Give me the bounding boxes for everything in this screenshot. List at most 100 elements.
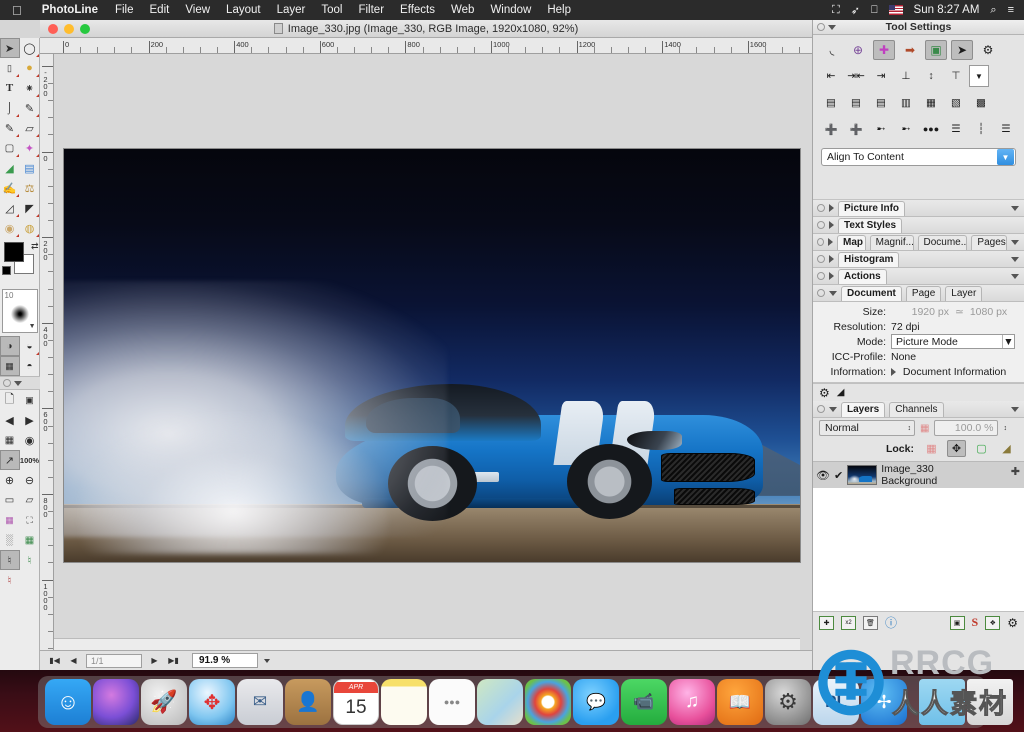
new-document-icon[interactable]: 🗋 bbox=[0, 390, 20, 410]
eye-icon[interactable]: 👁 bbox=[816, 469, 830, 482]
mode-select[interactable]: Picture Mode ▼ bbox=[891, 334, 1015, 349]
sharpen-tool[interactable]: ◤ bbox=[20, 198, 40, 218]
burn-tool[interactable]: ◍ bbox=[20, 218, 40, 238]
zoom-field[interactable]: 91.9 % bbox=[192, 653, 258, 668]
dodge-tool[interactable]: ◿ bbox=[0, 198, 20, 218]
add-point-icon[interactable]: ✚ bbox=[873, 40, 895, 60]
control-center-icon[interactable]: ≡ bbox=[1008, 4, 1014, 16]
quick-mask-icon[interactable]: ▦ bbox=[0, 356, 20, 376]
paint-bucket-tool[interactable]: ◢ bbox=[0, 158, 20, 178]
chevron-down-icon[interactable] bbox=[829, 407, 837, 412]
add-mask-icon[interactable]: ▣ bbox=[950, 616, 965, 630]
us-flag-icon[interactable] bbox=[889, 5, 903, 15]
distribute-left-icon[interactable]: ➕ bbox=[819, 119, 843, 139]
panel-toggle-icon[interactable] bbox=[817, 204, 825, 212]
picture-info-panel[interactable]: Picture Info bbox=[813, 200, 1024, 217]
page-field[interactable]: 1/1 bbox=[86, 654, 142, 668]
lock-position-icon[interactable]: ✥ bbox=[947, 440, 966, 457]
rect-select-tool[interactable]: ▢ bbox=[0, 138, 20, 158]
tab-magnifier[interactable]: Magnif... bbox=[870, 235, 914, 250]
color-palette-icon[interactable]: ▦ bbox=[0, 510, 20, 530]
clone-stamp-tool[interactable]: ⚖ bbox=[20, 178, 40, 198]
mail-icon[interactable]: ✉ bbox=[237, 679, 283, 725]
launchpad-icon[interactable]: 🚀 bbox=[141, 679, 187, 725]
zoom-fit-icon[interactable]: ↗ bbox=[0, 450, 20, 470]
align-edge-left-icon[interactable]: ▤ bbox=[819, 93, 843, 113]
tab-histogram[interactable]: Histogram bbox=[838, 252, 899, 267]
menu-item-filter[interactable]: Filter bbox=[350, 4, 392, 16]
layer-settings-icon[interactable]: ⚙ bbox=[1007, 616, 1018, 630]
align-edge-frame-icon[interactable]: ▩ bbox=[969, 93, 993, 113]
color-swatches[interactable]: ⇄ bbox=[0, 240, 40, 286]
menu-item-effects[interactable]: Effects bbox=[392, 4, 443, 16]
menu-item-view[interactable]: View bbox=[177, 4, 218, 16]
panel-menu-icon[interactable] bbox=[1011, 274, 1019, 279]
menu-item-web[interactable]: Web bbox=[443, 4, 482, 16]
layer-list[interactable]: 👁 ✔ Image_330 Background ✚ bbox=[813, 461, 1024, 611]
itunes-icon[interactable]: ♫ bbox=[669, 679, 715, 725]
menu-item-layer[interactable]: Layer bbox=[269, 4, 314, 16]
siri-icon[interactable] bbox=[93, 679, 139, 725]
contacts-icon[interactable]: 👤 bbox=[285, 679, 331, 725]
gear-icon[interactable]: ⚙ bbox=[977, 40, 999, 60]
text-document-icon[interactable]: ▣ bbox=[20, 390, 40, 410]
zoom-out-icon[interactable]: ⊖ bbox=[20, 470, 40, 490]
stepper-icon[interactable]: ↕ bbox=[908, 425, 912, 432]
new-layer-icon[interactable]: ✚ bbox=[819, 616, 834, 630]
previous-page-icon[interactable]: ◀ bbox=[67, 654, 80, 667]
align-edge-right-icon[interactable]: ▤ bbox=[869, 93, 893, 113]
distribute-spacing-icon[interactable]: ┆ bbox=[969, 119, 993, 139]
layer-thumbnail[interactable] bbox=[847, 465, 877, 485]
tab-document[interactable]: Docume... bbox=[918, 235, 968, 250]
grid-alt-icon[interactable]: ♮ bbox=[0, 570, 20, 590]
grid-dots-icon[interactable]: ░ bbox=[0, 530, 20, 550]
panel-menu-icon[interactable] bbox=[1011, 407, 1019, 412]
tab-text-styles[interactable]: Text Styles bbox=[838, 218, 902, 233]
chevron-down-icon[interactable] bbox=[14, 381, 22, 386]
tab-actions[interactable]: Actions bbox=[838, 269, 887, 284]
select-all-icon[interactable]: ▣ bbox=[925, 40, 947, 60]
chevron-right-icon[interactable] bbox=[828, 238, 833, 246]
default-colors-icon[interactable] bbox=[2, 266, 11, 275]
tab-document-panel[interactable]: Document bbox=[841, 286, 902, 301]
safari-icon[interactable]: ✥ bbox=[189, 679, 235, 725]
histogram-panel[interactable]: Histogram bbox=[813, 251, 1024, 268]
chevron-down-icon[interactable] bbox=[828, 25, 836, 30]
table-row[interactable]: 👁 ✔ Image_330 Background ✚ bbox=[813, 462, 1024, 488]
maps-icon[interactable] bbox=[477, 679, 523, 725]
move-layer-icon[interactable]: ➡ bbox=[899, 40, 921, 60]
align-edge-bottom-icon[interactable]: ▧ bbox=[944, 93, 968, 113]
panel-menu-icon[interactable] bbox=[1011, 257, 1019, 262]
delete-layer-icon[interactable]: 🗑 bbox=[863, 616, 878, 630]
notes-icon[interactable] bbox=[381, 679, 427, 725]
chevron-right-icon[interactable] bbox=[829, 272, 834, 280]
align-edge-top-icon[interactable]: ▥ bbox=[894, 93, 918, 113]
panel-toggle-icon[interactable] bbox=[817, 221, 825, 229]
chevron-down-icon[interactable]: ▼ bbox=[1002, 335, 1014, 348]
align-left-icon[interactable]: ⇤ bbox=[819, 66, 843, 86]
tab-pages[interactable]: Pages bbox=[971, 235, 1007, 250]
tool-settings-header[interactable]: Tool Settings bbox=[813, 20, 1024, 35]
first-page-icon[interactable]: ▮◀ bbox=[48, 654, 61, 667]
vector-path-tool[interactable]: ⁕ bbox=[20, 78, 40, 98]
ibooks-icon[interactable]: 📖 bbox=[717, 679, 763, 725]
fullscreen-icon[interactable]: ⛶ bbox=[20, 510, 40, 530]
stepper-icon[interactable]: ↕ bbox=[1003, 425, 1007, 432]
distribute-right-icon[interactable]: ➸ bbox=[869, 119, 893, 139]
align-right-icon[interactable]: ⇥ bbox=[869, 66, 893, 86]
chevron-right-icon[interactable] bbox=[891, 368, 896, 376]
chevron-down-icon[interactable]: ▼ bbox=[29, 323, 36, 330]
move-tool[interactable]: ➤ bbox=[0, 38, 20, 58]
align-middle-vertical-icon[interactable]: ↕ bbox=[919, 66, 943, 86]
trash-icon[interactable] bbox=[967, 679, 1013, 725]
appstore-icon[interactable]: ✢ bbox=[861, 679, 907, 725]
next-icon[interactable]: ▶ bbox=[20, 410, 40, 430]
ellipse-tool[interactable]: ● bbox=[20, 58, 40, 78]
last-page-icon[interactable]: ▶▮ bbox=[167, 654, 180, 667]
canvas-horizontal-scrollbar[interactable] bbox=[54, 638, 800, 650]
mask-on-icon[interactable]: ◑ bbox=[0, 336, 20, 356]
eraser-tool[interactable]: ▱ bbox=[20, 118, 40, 138]
layers-panel-header[interactable]: Layers Channels bbox=[813, 401, 1024, 418]
panel-toggle-icon[interactable] bbox=[817, 255, 825, 263]
finder-icon[interactable]: ☺ bbox=[45, 679, 91, 725]
